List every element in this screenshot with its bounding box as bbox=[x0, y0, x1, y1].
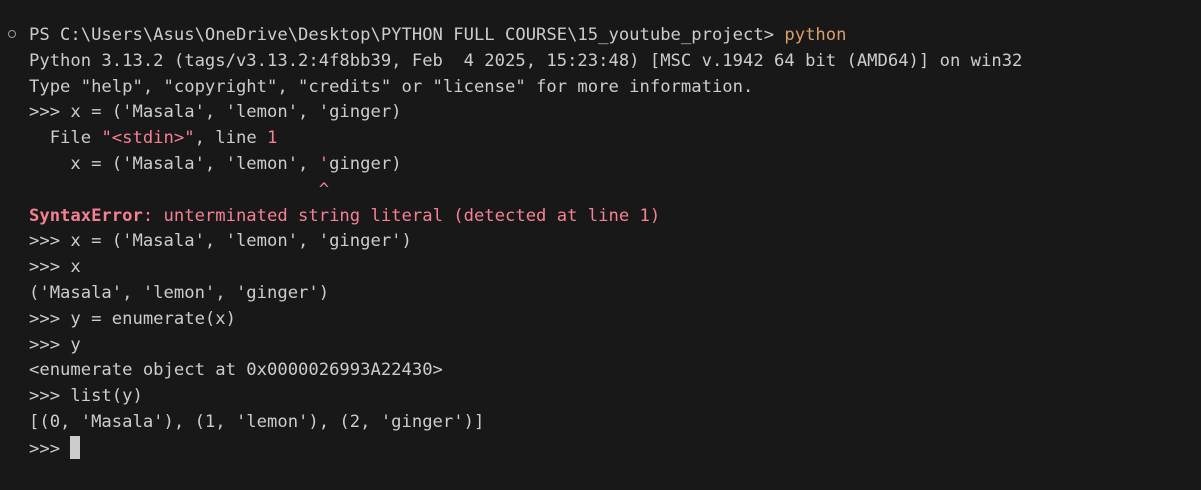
text-cursor[interactable] bbox=[70, 435, 81, 459]
error-message: : unterminated string literal (detected … bbox=[142, 205, 661, 226]
repl-output-line: <enumerate object at 0x0000026993A22430> bbox=[29, 360, 443, 381]
error-name: SyntaxError bbox=[29, 205, 143, 226]
traceback-code-before: x = ('Masala', 'lemon', bbox=[29, 153, 319, 174]
repl-current-prompt-line[interactable]: >>> bbox=[29, 435, 1201, 462]
traceback-code-error-char: ' bbox=[318, 153, 330, 174]
command-status-icon[interactable] bbox=[8, 30, 16, 38]
shell-prompt: PS C:\Users\Asus\OneDrive\Desktop\PYTHON… bbox=[29, 25, 785, 45]
repl-input-line: >>> y bbox=[29, 334, 81, 355]
repl-output-line: [(0, 'Masala'), (1, 'lemon'), (2, 'ginge… bbox=[29, 411, 485, 432]
repl-input-line: >>> x = ('Masala', 'lemon', 'ginger) bbox=[29, 102, 402, 123]
traceback-file-line: File "<stdin>", line 1 bbox=[29, 126, 1201, 152]
shell-command: python bbox=[784, 25, 847, 45]
repl-input-line: >>> list(y) bbox=[29, 386, 143, 407]
python-version-banner: Python 3.13.2 (tags/v3.13.2:4f8bb39, Feb… bbox=[29, 50, 1023, 71]
traceback-code-line: x = ('Masala', 'lemon', 'ginger) bbox=[29, 152, 1201, 178]
traceback-code-after: ginger) bbox=[329, 153, 402, 174]
repl-prompt: >>> bbox=[29, 438, 71, 459]
repl-input-line: >>> x bbox=[29, 257, 81, 278]
traceback-file-prefix: File bbox=[29, 128, 102, 149]
repl-input-line: >>> y = enumerate(x) bbox=[29, 308, 236, 329]
python-help-banner: Type "help", "copyright", "credits" or "… bbox=[29, 76, 754, 97]
repl-output-line: ('Masala', 'lemon', 'ginger') bbox=[29, 282, 330, 303]
traceback-file-name: "<stdin>" bbox=[101, 128, 195, 149]
traceback-caret: ^ bbox=[29, 179, 330, 200]
traceback-line-prefix: , line bbox=[194, 128, 268, 149]
traceback-line-number: 1 bbox=[267, 128, 278, 149]
syntax-error-line: SyntaxError: unterminated string literal… bbox=[29, 204, 1201, 230]
repl-input-line: >>> x = ('Masala', 'lemon', 'ginger') bbox=[29, 231, 412, 252]
shell-command-line: PS C:\Users\Asus\OneDrive\Desktop\PYTHON… bbox=[29, 23, 1201, 49]
terminal-panel[interactable]: PS C:\Users\Asus\OneDrive\Desktop\PYTHON… bbox=[0, 0, 1201, 490]
